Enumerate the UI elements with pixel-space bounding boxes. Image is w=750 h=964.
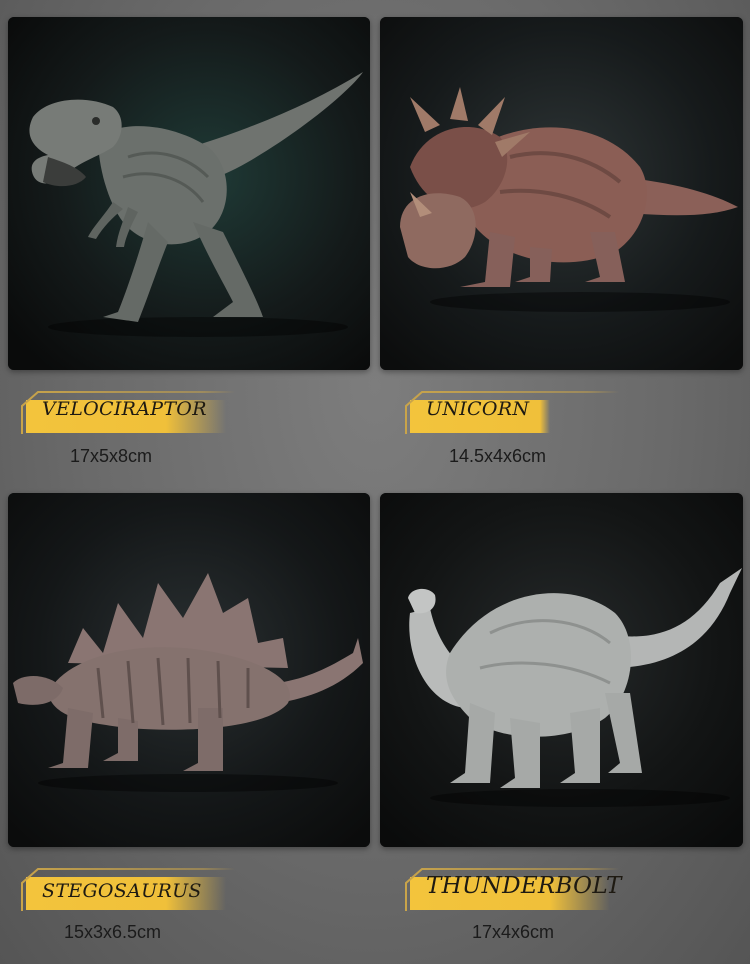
product-name: THUNDERBOLT: [426, 873, 622, 899]
product-size: 15x3x6.5cm: [64, 922, 162, 942]
product-size: 17x5x8cm: [70, 446, 153, 466]
thunderbolt-photo: [380, 493, 743, 847]
stegosaurus-photo: [8, 493, 370, 847]
stegosaurus-figure-icon: [8, 493, 370, 847]
product-name-label: VELOCIRAPTOR: [20, 390, 235, 436]
product-size: 17x4x6cm: [472, 922, 555, 942]
velociraptor-figure-icon: [8, 17, 370, 370]
product-size: 14.5x4x6cm: [449, 446, 547, 466]
product-name-label: THUNDERBOLT: [404, 867, 622, 913]
unicorn-photo: [380, 17, 743, 370]
product-name: STEGOSAURUS: [42, 880, 202, 902]
product-name: UNICORN: [426, 398, 530, 420]
velociraptor-photo: [8, 17, 370, 370]
product-name: VELOCIRAPTOR: [42, 398, 207, 420]
product-name-label: UNICORN: [404, 390, 619, 436]
product-name-label: STEGOSAURUS: [20, 867, 235, 913]
brontosaurus-figure-icon: [380, 493, 743, 847]
styracosaurus-figure-icon: [380, 17, 743, 370]
